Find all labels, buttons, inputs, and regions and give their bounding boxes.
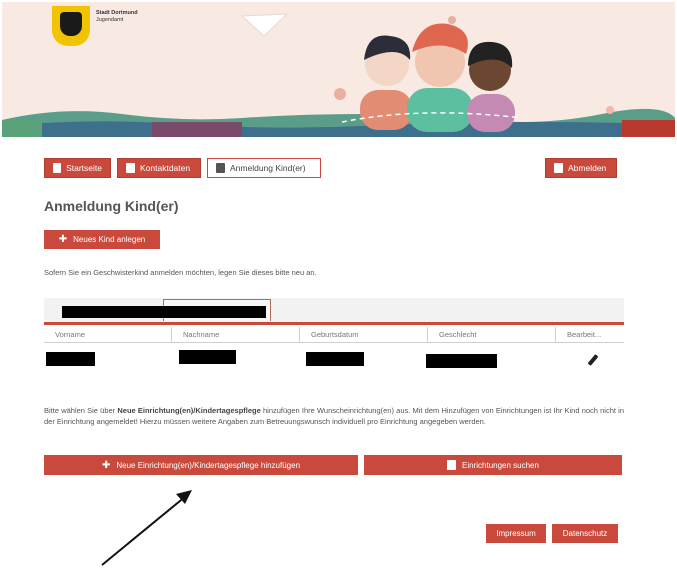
impressum-button[interactable]: Impressum — [486, 524, 546, 543]
lock-icon — [554, 163, 563, 173]
info-text: Bitte wählen Sie über Neue Einrichtung(e… — [44, 405, 624, 427]
datenschutz-label: Datenschutz — [562, 529, 608, 538]
header-geschlecht[interactable]: Geschlecht — [428, 327, 556, 343]
table-top-border — [44, 322, 624, 325]
info-bold: Neue Einrichtung(en)/Kindertagespflege — [117, 406, 261, 415]
impressum-label: Impressum — [496, 529, 536, 538]
logout-button[interactable]: Abmelden — [545, 158, 617, 178]
nav-kontaktdaten-button[interactable]: Kontaktdaten — [117, 158, 201, 178]
add-child-icon: ✚ — [58, 234, 68, 245]
header-vorname[interactable]: Vorname — [44, 327, 172, 343]
nav-kontaktdaten-label: Kontaktdaten — [140, 163, 191, 173]
page-icon — [53, 163, 62, 173]
search-facilities-button[interactable]: Einrichtungen suchen — [364, 455, 622, 475]
sibling-hint: Sofern Sie ein Geschwisterkind anmelden … — [44, 268, 317, 277]
eagle-icon — [60, 12, 82, 36]
logo-title: Stadt Dortmund — [96, 10, 138, 16]
new-child-label: Neues Kind anlegen — [73, 235, 146, 244]
new-child-button[interactable]: ✚ Neues Kind anlegen — [44, 230, 160, 249]
header-nachname[interactable]: Nachname — [172, 327, 300, 343]
add-icon: ✚ — [101, 459, 111, 471]
page-title: Anmeldung Kind(er) — [44, 198, 179, 214]
map-marker-icon — [447, 460, 457, 470]
add-facility-label: Neue Einrichtung(en)/Kindertagespflege h… — [116, 460, 301, 470]
header-geburtsdatum[interactable]: Geburtsdatum — [300, 327, 428, 343]
nav-anmeldung-button[interactable]: Anmeldung Kind(er) — [207, 158, 321, 178]
pencil-icon[interactable] — [587, 354, 599, 366]
nav-startseite-label: Startseite — [66, 163, 102, 173]
search-facilities-label: Einrichtungen suchen — [462, 460, 539, 470]
add-facility-button[interactable]: ✚ Neue Einrichtung(en)/Kindertagespflege… — [44, 455, 358, 475]
datenschutz-button[interactable]: Datenschutz — [552, 524, 618, 543]
child-tab-redacted[interactable] — [62, 306, 164, 318]
logo-subtitle: Jugendamt — [96, 17, 124, 23]
cell-geburtsdatum-redacted — [306, 352, 364, 366]
cell-geschlecht-redacted — [426, 354, 497, 368]
header-banner: Stadt Dortmund Jugendamt — [2, 2, 675, 137]
lock-icon — [126, 163, 135, 173]
child-tab-redacted-2[interactable] — [164, 306, 266, 318]
document-icon — [216, 163, 225, 173]
cell-nachname-redacted — [179, 350, 236, 364]
logo-text: Stadt Dortmund Jugendamt — [96, 10, 156, 24]
logout-label: Abmelden — [568, 163, 607, 173]
nav-startseite-button[interactable]: Startseite — [44, 158, 111, 178]
header-bearbeiten[interactable]: Bearbeit... — [556, 327, 624, 343]
info-part1: Bitte wählen Sie über — [44, 406, 118, 415]
nav-anmeldung-label: Anmeldung Kind(er) — [230, 163, 306, 173]
cell-vorname-redacted — [46, 352, 95, 366]
